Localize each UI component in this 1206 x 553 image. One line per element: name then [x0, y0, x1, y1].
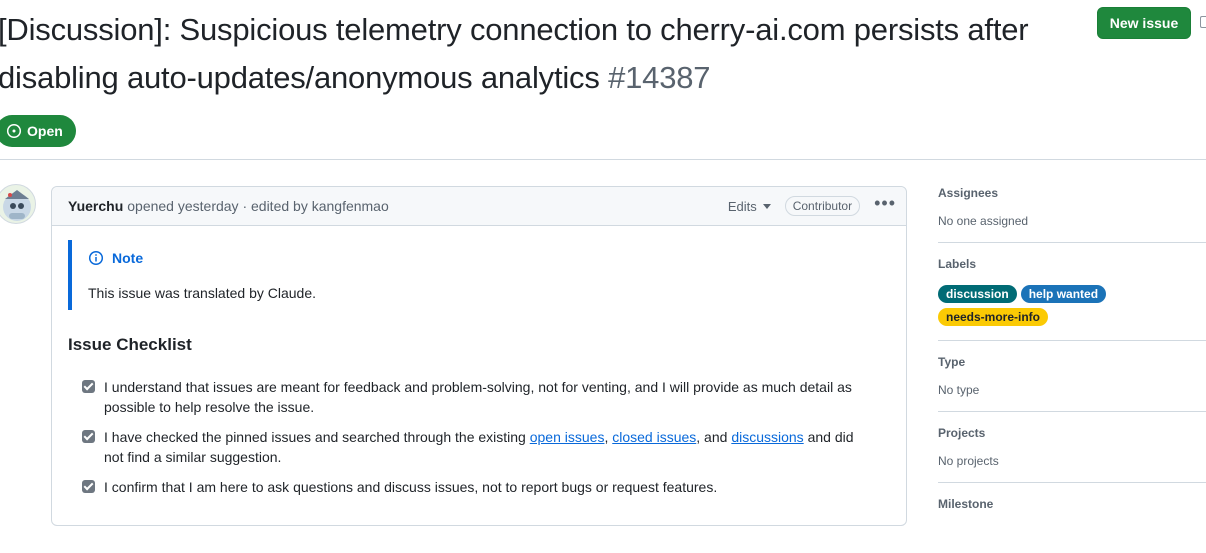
note-title-label: Note — [112, 250, 144, 266]
issue-state-label: Open — [27, 123, 63, 139]
sidebar-milestone: Milestone — [938, 497, 1206, 539]
checkbox-checked[interactable] — [82, 380, 95, 393]
checklist: I understand that issues are meant for f… — [82, 377, 862, 507]
edits-dropdown[interactable]: Edits — [728, 199, 771, 214]
label-discussion[interactable]: discussion — [938, 285, 1017, 303]
labels-heading[interactable]: Labels — [938, 257, 1206, 271]
checkbox-checked[interactable] — [82, 480, 95, 493]
checklist-item: I have checked the pinned issues and sea… — [82, 427, 862, 467]
triangle-down-icon — [762, 203, 771, 209]
sidebar-labels: Labels discussion help wanted needs-more… — [938, 257, 1206, 341]
comment-author[interactable]: Yuerchu — [68, 198, 123, 214]
checklist-item: I confirm that I am here to ask question… — [82, 477, 862, 497]
avatar-illustration — [3, 190, 31, 221]
sidebar-assignees: Assignees No one assigned — [938, 186, 1206, 243]
author-avatar[interactable] — [0, 184, 36, 224]
type-value: No type — [938, 383, 980, 397]
checklist-item-text-start: I have checked the pinned issues and sea… — [104, 429, 530, 445]
type-heading[interactable]: Type — [938, 355, 1206, 369]
copy-icon[interactable] — [1200, 16, 1206, 28]
issue-title: [Discussion]: Suspicious telemetry conne… — [0, 6, 1078, 102]
note-callout: Note This issue was translated by Claude… — [68, 240, 888, 310]
checklist-item-separator: , and — [696, 429, 732, 445]
issue-comment: Yuerchu opened yesterday · edited by kan… — [51, 186, 907, 526]
issue-number: #14387 — [608, 60, 711, 95]
discussions-link[interactable]: discussions — [731, 429, 803, 445]
assignees-value: No one assigned — [938, 214, 1029, 228]
kebab-horizontal-icon[interactable]: ••• — [874, 194, 896, 214]
new-issue-button[interactable]: New issue — [1097, 7, 1191, 39]
checklist-heading: Issue Checklist — [68, 335, 192, 354]
edits-label: Edits — [727, 198, 757, 214]
info-icon — [88, 250, 104, 266]
label-help-wanted[interactable]: help wanted — [1020, 285, 1107, 303]
projects-value: No projects — [938, 454, 999, 468]
header-divider — [0, 159, 1206, 160]
issue-title-text: [Discussion]: Suspicious telemetry conne… — [0, 12, 1029, 95]
milestone-heading[interactable]: Milestone — [938, 497, 1206, 511]
sidebar-type: Type No type — [938, 355, 1206, 412]
checkbox-checked[interactable] — [82, 430, 95, 443]
label-needs-more-info[interactable]: needs-more-info — [938, 308, 1049, 326]
issue-state-badge: Open — [0, 115, 76, 147]
checklist-item: I understand that issues are meant for f… — [82, 377, 862, 417]
note-title: Note — [88, 250, 143, 266]
checklist-item-text: I confirm that I am here to ask question… — [104, 479, 718, 495]
issue-opened-icon — [6, 123, 22, 139]
projects-heading[interactable]: Projects — [938, 426, 1206, 440]
closed-issues-link[interactable]: closed issues — [612, 429, 696, 445]
checklist-item-text: I understand that issues are meant for f… — [104, 379, 852, 415]
label-list: discussion help wanted needs-more-info — [938, 285, 1138, 326]
comment-header: Yuerchu opened yesterday · edited by kan… — [52, 187, 906, 226]
issue-sidebar: Assignees No one assigned Labels discuss… — [938, 186, 1206, 553]
open-issues-link[interactable]: open issues — [530, 429, 605, 445]
note-body: This issue was translated by Claude. — [88, 285, 316, 301]
assignees-heading[interactable]: Assignees — [938, 186, 1206, 200]
sidebar-projects: Projects No projects — [938, 426, 1206, 483]
role-badge: Contributor — [784, 196, 861, 216]
comment-meta: opened yesterday · edited by kangfenmao — [127, 198, 389, 214]
